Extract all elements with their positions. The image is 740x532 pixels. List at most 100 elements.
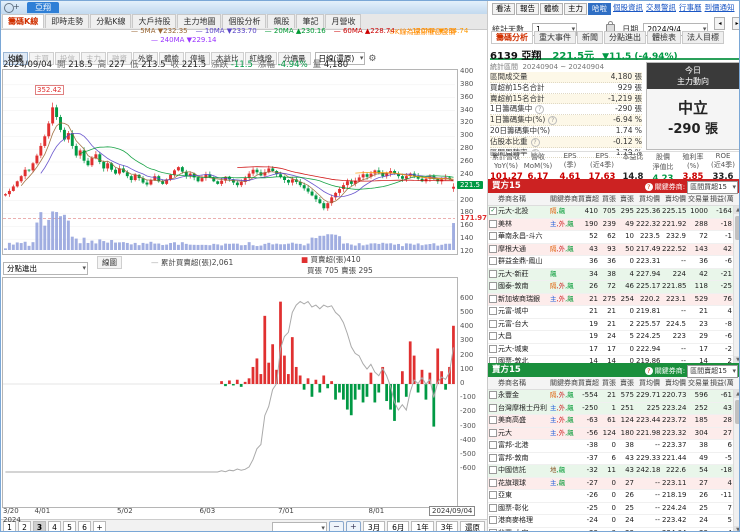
nav-tab-8[interactable]: 月營收 (325, 14, 362, 28)
table-row[interactable]: 新加坡商瑞銀 主,外,飆 21 275 254 220.2 223.1 529 76 (488, 293, 739, 306)
top-button-0[interactable]: 看法 (492, 3, 515, 15)
row-checkbox[interactable] (488, 415, 498, 427)
add-tab-button[interactable]: + (13, 2, 20, 11)
page-button-3[interactable]: 3 (33, 521, 46, 531)
table-row[interactable]: 永豐金 隔,外,飆 -554 21 575 229.71 220.73 596 -61 (488, 390, 739, 403)
date-prev-button[interactable]: ◂ (714, 17, 726, 30)
row-checkbox[interactable] (488, 344, 498, 356)
help-icon[interactable]: ? (530, 137, 540, 147)
right-tab-3[interactable]: 分點進出 (604, 31, 646, 44)
page-button-+[interactable]: + (93, 521, 106, 531)
help-icon[interactable]: ? (548, 116, 558, 126)
zoom-out-icon[interactable]: − (328, 521, 344, 531)
row-checkbox[interactable] (488, 319, 498, 331)
help-icon[interactable]: ? (644, 367, 653, 375)
table-row[interactable]: 摩根大通 隔,外,飆 43 93 50 217.49 222.52 143 42 (488, 243, 739, 256)
table-row[interactable]: 美商高盛 主,外,飆 -63 61 124 223.44 223.72 185 28 (488, 415, 739, 428)
table-row[interactable]: 亞東 -26 0 26 -- 218.19 26 -11 (488, 490, 739, 503)
range-button-2[interactable]: 1年 (411, 521, 434, 531)
table-row[interactable]: 國票-彰化 -25 0 25 -- 224.24 25 7 (488, 502, 739, 515)
nav-tab-2[interactable]: 分點K線 (90, 14, 132, 28)
row-checkbox[interactable] (488, 269, 498, 281)
row-checkbox[interactable] (488, 294, 498, 306)
table-row[interactable]: 大昌 19 24 5 224.25 223 29 -6 (488, 331, 739, 344)
row-checkbox[interactable] (488, 231, 498, 243)
table-row[interactable]: 港商麥格理 -24 0 24 -- 223.42 24 5 (488, 515, 739, 528)
scroll-thumb[interactable] (735, 216, 739, 240)
top-button-1[interactable]: 報告 (516, 3, 539, 15)
top-button-3[interactable]: 主力 (564, 3, 587, 15)
scroll-up-icon[interactable]: ▲ (734, 390, 739, 398)
filter-select[interactable]: 區間買超15 (687, 181, 738, 194)
right-tab-0[interactable]: 籌碼分析 (491, 31, 533, 44)
nav-tab-5[interactable]: 個股分析 (222, 14, 267, 28)
row-checkbox[interactable] (488, 453, 498, 465)
filter-select[interactable]: 區間賣超15 (687, 365, 738, 378)
row-checkbox[interactable] (488, 465, 498, 477)
table-row[interactable]: 富邦-敦南 -37 6 43 229.33 221.44 49 -5 (488, 452, 739, 465)
table-row[interactable]: ✓ 元大-北投 隔,飆 410 705 295 225.36 225.15 1000 -164 (488, 206, 739, 219)
stock-tab[interactable]: 亞翔 (27, 2, 59, 13)
table-row[interactable]: 元大-新莊 飆 34 38 4 227.94 224 42 -21 (488, 268, 739, 281)
candlestick-pane[interactable] (2, 69, 458, 255)
row-checkbox[interactable] (488, 528, 498, 531)
table-row[interactable]: 元富-台大 19 21 2 225.57 224.5 23 -8 (488, 318, 739, 331)
table-row[interactable]: 國泰-敦南 隔,外,飆 26 72 46 225.17 221.85 118 -25 (488, 281, 739, 294)
table-row[interactable]: 花旗環球 主,飆 -27 0 27 -- 223.11 27 4 (488, 477, 739, 490)
scrollbar[interactable]: ▲ ▼ (733, 206, 739, 364)
row-checkbox[interactable] (488, 503, 498, 515)
right-tab-5[interactable]: 法人目標 (682, 31, 724, 44)
row-checkbox[interactable] (488, 219, 498, 231)
range-button-0[interactable]: 3月 (362, 521, 386, 531)
table-row[interactable]: 群益金鼎-鳳山 36 36 0 223.31 -- 36 -6 (488, 256, 739, 269)
row-checkbox[interactable] (488, 331, 498, 343)
row-checkbox[interactable] (488, 490, 498, 502)
table-row[interactable]: 中國信託 地,飆 -32 11 43 242.18 222.6 54 -18 (488, 465, 739, 478)
range-button-1[interactable]: 6月 (387, 521, 410, 531)
broker-flow-pane[interactable] (2, 277, 458, 508)
right-tab-1[interactable]: 重大事件 (534, 31, 576, 44)
scrollbar[interactable]: ▲ ▼ (733, 390, 739, 531)
top-button-4[interactable]: 哈啦 (588, 3, 611, 15)
table-row[interactable]: 元大 主,外,飆 -56 124 180 221.98 223.32 304 27 (488, 427, 739, 440)
nav-tab-4[interactable]: 主力地圖 (177, 14, 222, 28)
table-row[interactable]: 美林 主,外,飆 190 239 49 222.32 221.92 288 -18 (488, 218, 739, 231)
scroll-down-icon[interactable]: ▼ (734, 526, 739, 531)
table-row[interactable]: 台灣摩根士丹利 主,外,飆 -250 1 251 225 223.24 252 43 (488, 402, 739, 415)
flow-source-select[interactable]: 分點進出 (3, 256, 88, 275)
row-checkbox[interactable] (488, 390, 498, 402)
row-checkbox[interactable] (488, 256, 498, 268)
row-checkbox[interactable] (488, 440, 498, 452)
row-checkbox[interactable] (488, 478, 498, 490)
top-button-2[interactable]: 體檢 (540, 3, 563, 15)
gear-icon[interactable]: ⚙ (368, 54, 376, 64)
right-tab-2[interactable]: 新聞 (577, 31, 603, 44)
page-button-4[interactable]: 4 (48, 521, 61, 531)
top-link-3[interactable]: 到價通知 (705, 3, 735, 13)
right-tab-4[interactable]: 體檢表 (647, 31, 681, 44)
row-checkbox[interactable] (488, 403, 498, 415)
row-checkbox[interactable] (488, 428, 498, 440)
nav-tab-6[interactable]: 飆股 (267, 14, 296, 28)
nav-tab-1[interactable]: 即時走勢 (45, 14, 90, 28)
scroll-thumb[interactable] (735, 400, 739, 424)
help-icon[interactable]: ? (535, 105, 545, 115)
page-button-5[interactable]: 5 (63, 521, 76, 531)
table-row[interactable]: 兆豐-大安-23023--224.04234 (488, 527, 739, 531)
row-checkbox[interactable] (488, 281, 498, 293)
row-checkbox[interactable] (488, 244, 498, 256)
range-button-4[interactable]: 還原 (460, 521, 485, 531)
date-next-button[interactable]: ▸ (731, 17, 739, 30)
top-link-2[interactable]: 行事曆 (679, 3, 702, 13)
range-input[interactable] (271, 522, 327, 531)
top-link-0[interactable]: 個股資訊 (613, 3, 643, 13)
table-row[interactable]: 元大-城東 17 17 0 222.94 -- 17 -2 (488, 343, 739, 356)
table-row[interactable]: 華南永昌-斗六 52 62 10 223.5 232.9 72 -1 (488, 231, 739, 244)
row-checkbox[interactable]: ✓ (488, 206, 498, 218)
table-row[interactable]: 元富-城中 21 21 0 219.81 -- 21 4 (488, 306, 739, 319)
restore-price-link[interactable]: ⊙K線為還原權息股價 (389, 27, 455, 37)
page-button-6[interactable]: 6 (78, 521, 91, 531)
zoom-in-icon[interactable]: + (345, 521, 361, 531)
nav-tab-3[interactable]: 大戶持股 (132, 14, 177, 28)
nav-tab-7[interactable]: 筆記 (296, 14, 325, 28)
